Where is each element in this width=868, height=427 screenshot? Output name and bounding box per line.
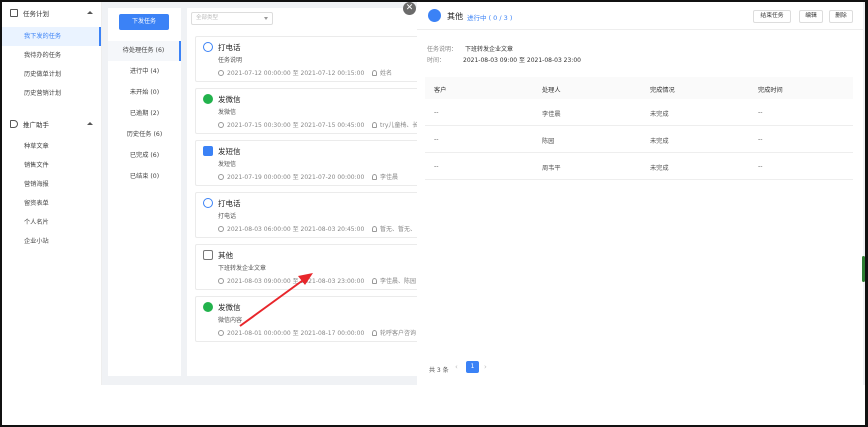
screenshot-frame [0,0,868,427]
